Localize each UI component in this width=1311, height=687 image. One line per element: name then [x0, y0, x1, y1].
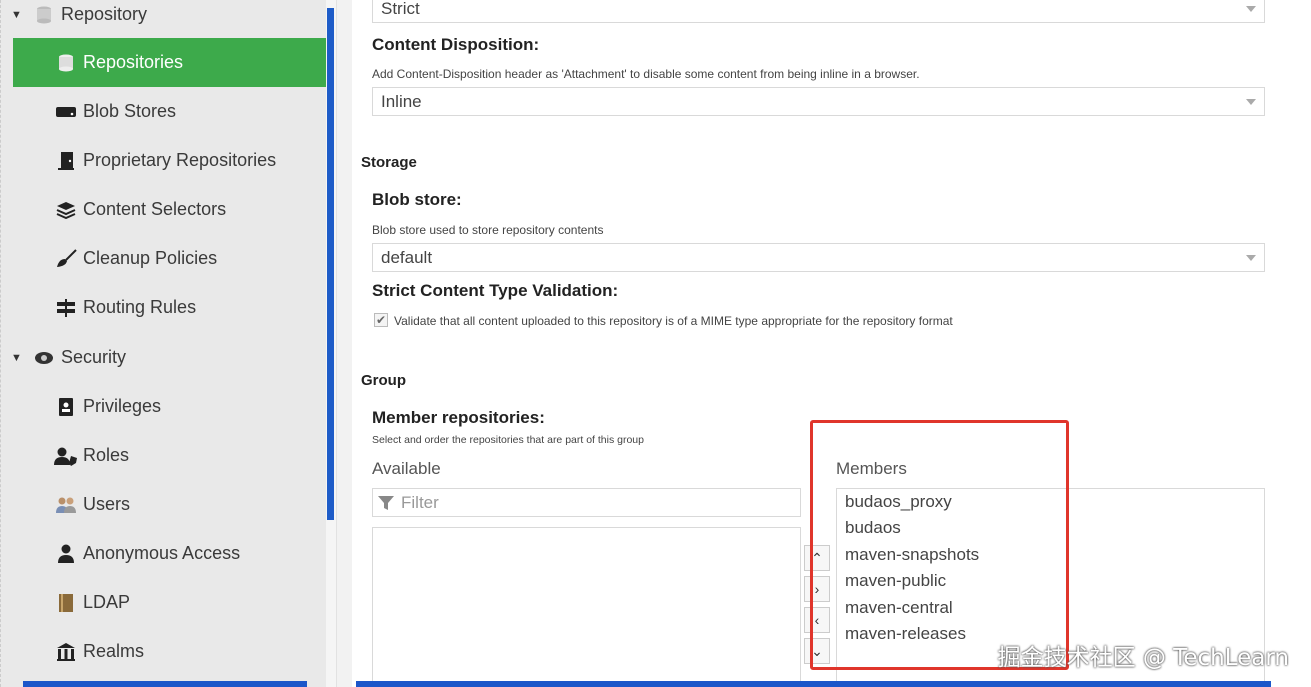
content-disposition-help: Add Content-Disposition header as 'Attac…: [372, 67, 920, 81]
hdd-icon: [53, 101, 79, 123]
sidebar-item-privileges[interactable]: Privileges: [13, 382, 327, 431]
members-highlight-annotation: [810, 420, 1069, 670]
sidebar-item-label: Realms: [83, 641, 145, 661]
tree-group-security[interactable]: ▼ Security: [11, 333, 327, 382]
caret-down-icon[interactable]: ▼: [11, 352, 25, 364]
filter-placeholder: Filter: [401, 492, 439, 512]
database-icon: [31, 4, 57, 26]
user-shield-icon: [53, 445, 79, 467]
strict-validation-label: Strict Content Type Validation:: [372, 281, 619, 300]
door-icon: [53, 150, 79, 172]
sidebar-item-label: Routing Rules: [83, 297, 197, 317]
content-gutter: [336, 0, 352, 687]
member-repositories-label: Member repositories:: [372, 408, 545, 427]
sidebar-item-label: LDAP: [83, 592, 131, 612]
watermark-text: 掘金技术社区 @ TechLearn: [997, 645, 1289, 671]
book-icon: [53, 592, 79, 614]
splitter-handle[interactable]: [327, 8, 334, 520]
sidebar-item-anonymous-access[interactable]: Anonymous Access: [13, 529, 327, 578]
select-value: Inline: [381, 91, 422, 111]
id-badge-icon: [53, 396, 79, 418]
sidebar-item-proprietary-repositories[interactable]: Proprietary Repositories: [13, 136, 327, 185]
sidebar-item-label: Anonymous Access: [83, 543, 241, 563]
signpost-icon: [53, 297, 79, 319]
available-list[interactable]: [372, 527, 801, 687]
sidebar-item-blob-stores[interactable]: Blob Stores: [13, 87, 327, 136]
blob-store-help: Blob store used to store repository cont…: [372, 223, 604, 237]
dropdown-arrow-icon[interactable]: [1246, 255, 1256, 261]
users-icon: [53, 494, 79, 516]
sidebar-item-cleanup-policies[interactable]: Cleanup Policies: [13, 234, 327, 283]
filter-input[interactable]: Filter: [372, 488, 801, 517]
blob-store-select[interactable]: default: [372, 243, 1265, 272]
sidebar: ▼ Repository Repositories Blob Stores Pr…: [0, 0, 327, 687]
strict-validation-checkbox[interactable]: ✔: [374, 313, 388, 327]
member-repositories-help: Select and order the repositories that a…: [372, 434, 644, 446]
dropdown-arrow-icon[interactable]: [1246, 6, 1256, 12]
sidebar-item-users[interactable]: Users: [13, 480, 327, 529]
blob-store-label: Blob store:: [372, 190, 462, 209]
eye-icon: [31, 347, 57, 369]
sidebar-item-roles[interactable]: Roles: [13, 431, 327, 480]
tree-group-label: Security: [61, 347, 127, 367]
sidebar-item-label: Proprietary Repositories: [83, 150, 277, 170]
tree-group-label: Repository: [61, 4, 148, 24]
layers-icon: [53, 199, 79, 221]
sidebar-item-label: Users: [83, 494, 131, 514]
select-value: Strict: [381, 0, 420, 18]
filter-icon: [377, 495, 395, 511]
content-disposition-label: Content Disposition:: [372, 35, 540, 54]
available-title: Available: [372, 459, 441, 478]
sidebar-item-content-selectors[interactable]: Content Selectors: [13, 185, 327, 234]
sidebar-item-ldap[interactable]: LDAP: [13, 578, 327, 627]
sidebar-item-label: Cleanup Policies: [83, 248, 218, 268]
sidebar-item-label: Content Selectors: [83, 199, 227, 219]
sidebar-item-label: Blob Stores: [83, 101, 177, 121]
content-scrollbar[interactable]: [356, 681, 1271, 687]
strict-select[interactable]: Strict: [372, 0, 1265, 23]
sidebar-scrollbar[interactable]: [23, 681, 307, 687]
storage-section-title: Storage: [361, 154, 417, 171]
dropdown-arrow-icon[interactable]: [1246, 99, 1256, 105]
building-icon: [53, 641, 79, 663]
user-icon: [53, 543, 79, 565]
tree-group-repository[interactable]: ▼ Repository: [11, 0, 327, 39]
sidebar-item-repositories[interactable]: Repositories: [13, 38, 327, 87]
broom-icon: [53, 248, 79, 270]
checkmark-icon: ✔: [375, 313, 387, 327]
sidebar-item-label: Repositories: [83, 52, 184, 72]
database-icon: [53, 52, 79, 74]
sidebar-item-realms[interactable]: Realms: [13, 627, 327, 676]
sidebar-item-label: Roles: [83, 445, 130, 465]
select-value: default: [381, 247, 433, 267]
group-section-title: Group: [361, 372, 406, 389]
sidebar-item-label: Privileges: [83, 396, 162, 416]
sidebar-item-routing-rules[interactable]: Routing Rules: [13, 283, 327, 332]
strict-validation-help: Validate that all content uploaded to th…: [394, 314, 953, 328]
content-disposition-select[interactable]: Inline: [372, 87, 1265, 116]
caret-down-icon[interactable]: ▼: [11, 9, 25, 21]
